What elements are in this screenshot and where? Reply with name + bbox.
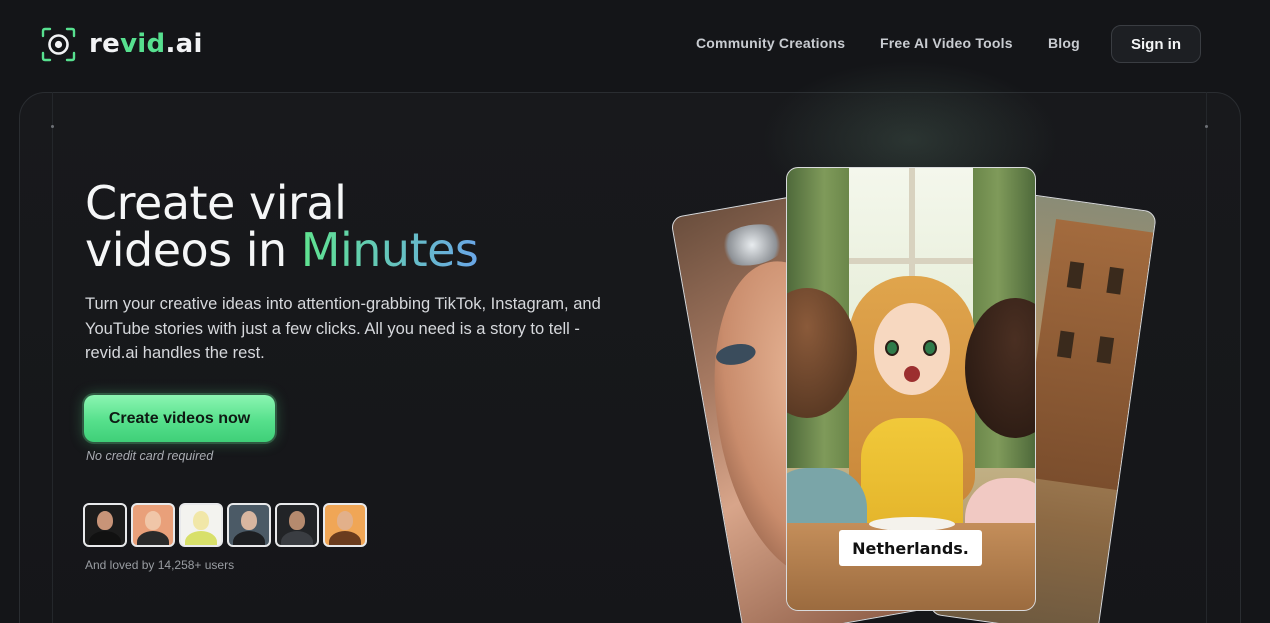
nav-blog[interactable]: Blog [1048,35,1080,51]
avatar-head [289,511,305,530]
building-window [1096,336,1115,364]
main-nav: Community Creations Free AI Video Tools … [0,26,1270,62]
avatar-head [97,511,113,530]
hero-subtitle: Turn your creative ideas into attention-… [85,295,601,362]
girl-mouth [904,366,920,382]
no-credit-card-note: No credit card required [86,449,214,463]
building-window [1106,266,1124,295]
avatar-body [89,531,121,545]
frame-dot-right [1205,125,1208,128]
headline-highlight: Minutes [300,223,479,277]
nav-free-ai-video-tools[interactable]: Free AI Video Tools [880,35,1013,51]
user-avatar-6 [323,503,367,547]
headline-line-2: videos in [85,223,301,277]
avatar-head [193,511,209,530]
site-header: revid.ai Community Creations Free AI Vid… [0,0,1270,88]
building-window [1066,261,1085,290]
avatar-head [241,511,257,530]
user-avatar-3 [179,503,223,547]
user-avatar-5 [275,503,319,547]
frame-guide-right [1206,92,1207,623]
scene-plate [869,517,955,531]
user-avatar-2 [131,503,175,547]
avatar-head [145,511,161,530]
nav-community-creations[interactable]: Community Creations [696,35,845,51]
create-videos-button[interactable]: Create videos now [84,395,275,442]
avatar-body [137,531,169,545]
video-caption: Netherlands. [839,530,982,566]
frame-guide-left [52,92,53,623]
video-card-main[interactable]: Netherlands. [786,167,1036,611]
avatar-body [185,531,217,545]
avatar-body [233,531,265,545]
social-proof-text: And loved by 14,258+ users [85,558,235,572]
avatar-body [281,531,313,545]
sign-in-button[interactable]: Sign in [1111,25,1201,63]
avatar-head [337,511,353,530]
avatar-body [329,531,361,545]
girl-eye-left [885,340,899,356]
hero-headline: Create viral videos in Minutes [85,180,645,274]
headline-line-1: Create viral [85,176,347,230]
girl-eye-right [923,340,937,356]
user-avatars [83,503,371,547]
user-avatar-1 [83,503,127,547]
frame-dot-left [51,125,54,128]
user-avatar-4 [227,503,271,547]
building-window [1057,330,1075,359]
